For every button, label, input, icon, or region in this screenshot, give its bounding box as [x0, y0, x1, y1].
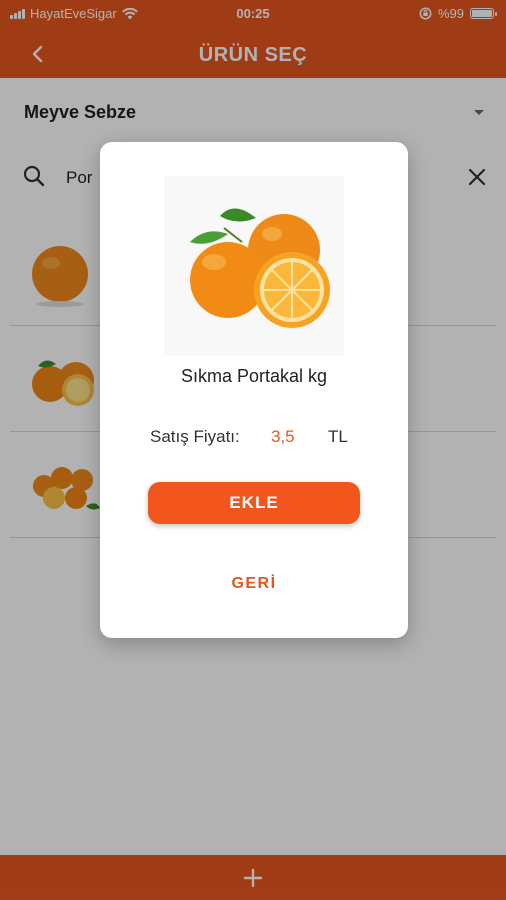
- price-currency: TL: [328, 427, 348, 446]
- price-label: Satış Fiyatı:: [150, 427, 240, 446]
- price-value: 3,5: [271, 427, 295, 446]
- product-name: Sıkma Portakal kg: [180, 366, 328, 386]
- add-button[interactable]: EKLE: [148, 482, 360, 524]
- product-dialog: Sıkma Portakal kg Satış Fiyatı: 3,5 TL E…: [100, 142, 408, 638]
- back-text-button[interactable]: GERİ: [204, 562, 304, 606]
- price-row: Satış Fiyatı: 3,5 TL: [100, 427, 408, 449]
- product-image: [164, 176, 344, 356]
